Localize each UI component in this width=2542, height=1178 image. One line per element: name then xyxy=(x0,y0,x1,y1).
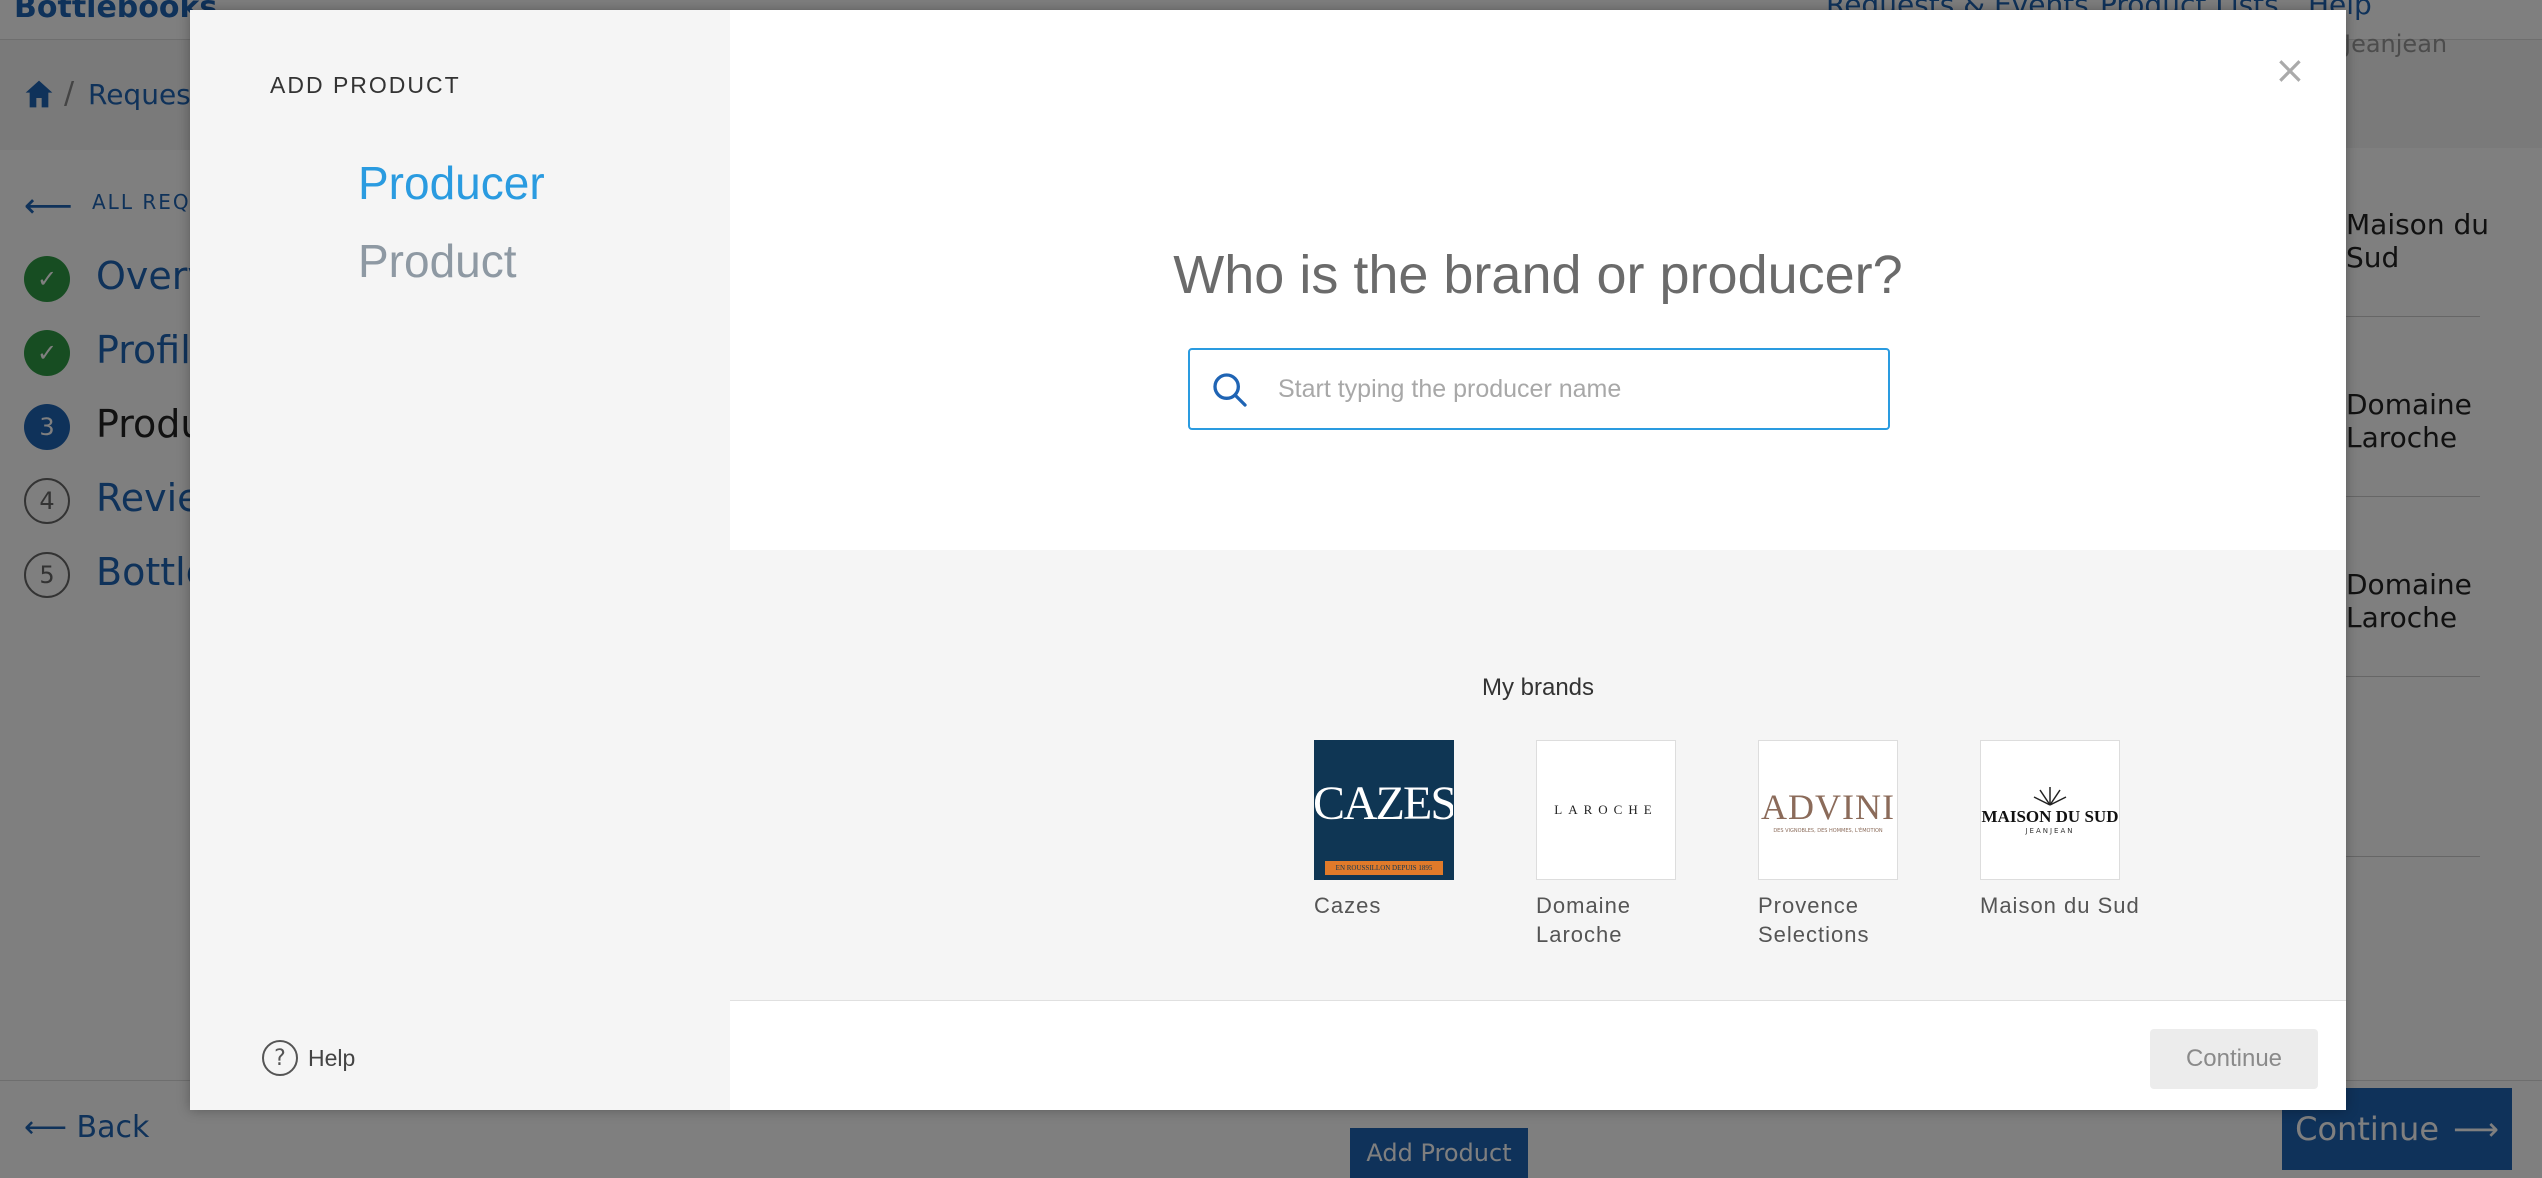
search-icon xyxy=(1213,373,1247,407)
brand-name: Domaine Laroche xyxy=(1536,893,1632,947)
modal-sidebar: ADD PRODUCT Producer Product ? Help xyxy=(190,10,730,1110)
modal-main: × Who is the brand or producer? My brand… xyxy=(730,10,2346,1110)
brand-card-cazes[interactable]: CAZES EN ROUSSILLON DEPUIS 1895 Cazes xyxy=(1314,740,1484,921)
producer-search-input[interactable] xyxy=(1278,352,1878,426)
my-brands-section: My brands CAZES EN ROUSSILLON DEPUIS 189… xyxy=(730,550,2346,1000)
laroche-logo: LAROCHE xyxy=(1536,740,1676,880)
advini-logo-text: ADVINI xyxy=(1761,787,1895,827)
producer-question: Who is the brand or producer? xyxy=(1173,245,1903,305)
my-brands-title: My brands xyxy=(1481,674,1595,701)
modal-heading: ADD PRODUCT xyxy=(270,72,461,98)
continue-button[interactable]: Continue xyxy=(2150,1029,2318,1089)
advini-logo: ADVINI DES VIGNOBLES, DES HOMMES, L'ÉMOT… xyxy=(1758,740,1898,880)
modal-footer: Continue xyxy=(730,1000,2346,1110)
cazes-logo-text: CAZES xyxy=(1314,776,1454,830)
producer-search-box xyxy=(1188,348,1890,430)
sun-emblem-icon xyxy=(2033,787,2067,806)
cazes-logo-band: EN ROUSSILLON DEPUIS 1895 xyxy=(1325,861,1443,875)
maison-du-sud-logo-text: MAISON DU SUD xyxy=(1981,807,2119,826)
brand-card-maison-du-sud[interactable]: MAISON DU SUD JEANJEAN Maison du Sud xyxy=(1980,740,2150,921)
modal-step-product[interactable]: Product xyxy=(358,234,517,288)
laroche-logo-text: LAROCHE xyxy=(1554,802,1658,817)
advini-logo-tagline: DES VIGNOBLES, DES HOMMES, L'ÉMOTION xyxy=(1773,828,1883,834)
brand-card-provence-selections[interactable]: ADVINI DES VIGNOBLES, DES HOMMES, L'ÉMOT… xyxy=(1758,740,1928,949)
maison-du-sud-logo-subtext: JEANJEAN xyxy=(2025,827,2075,835)
modal-step-producer[interactable]: Producer xyxy=(358,156,545,210)
brand-name: Cazes xyxy=(1314,893,1382,918)
brand-card-domaine-laroche[interactable]: LAROCHE Domaine Laroche xyxy=(1536,740,1706,949)
help-link[interactable]: ? Help xyxy=(262,1040,355,1076)
cazes-logo: CAZES EN ROUSSILLON DEPUIS 1895 xyxy=(1314,740,1454,880)
brand-name: Provence Selections xyxy=(1758,893,1870,947)
close-icon[interactable]: × xyxy=(2274,48,2306,92)
add-product-modal: ADD PRODUCT Producer Product ? Help × Wh… xyxy=(190,10,2346,1110)
help-label: Help xyxy=(308,1044,356,1071)
brand-name: Maison du Sud xyxy=(1980,893,2140,918)
maison-du-sud-logo: MAISON DU SUD JEANJEAN xyxy=(1980,740,2120,880)
question-mark-icon: ? xyxy=(262,1040,298,1076)
